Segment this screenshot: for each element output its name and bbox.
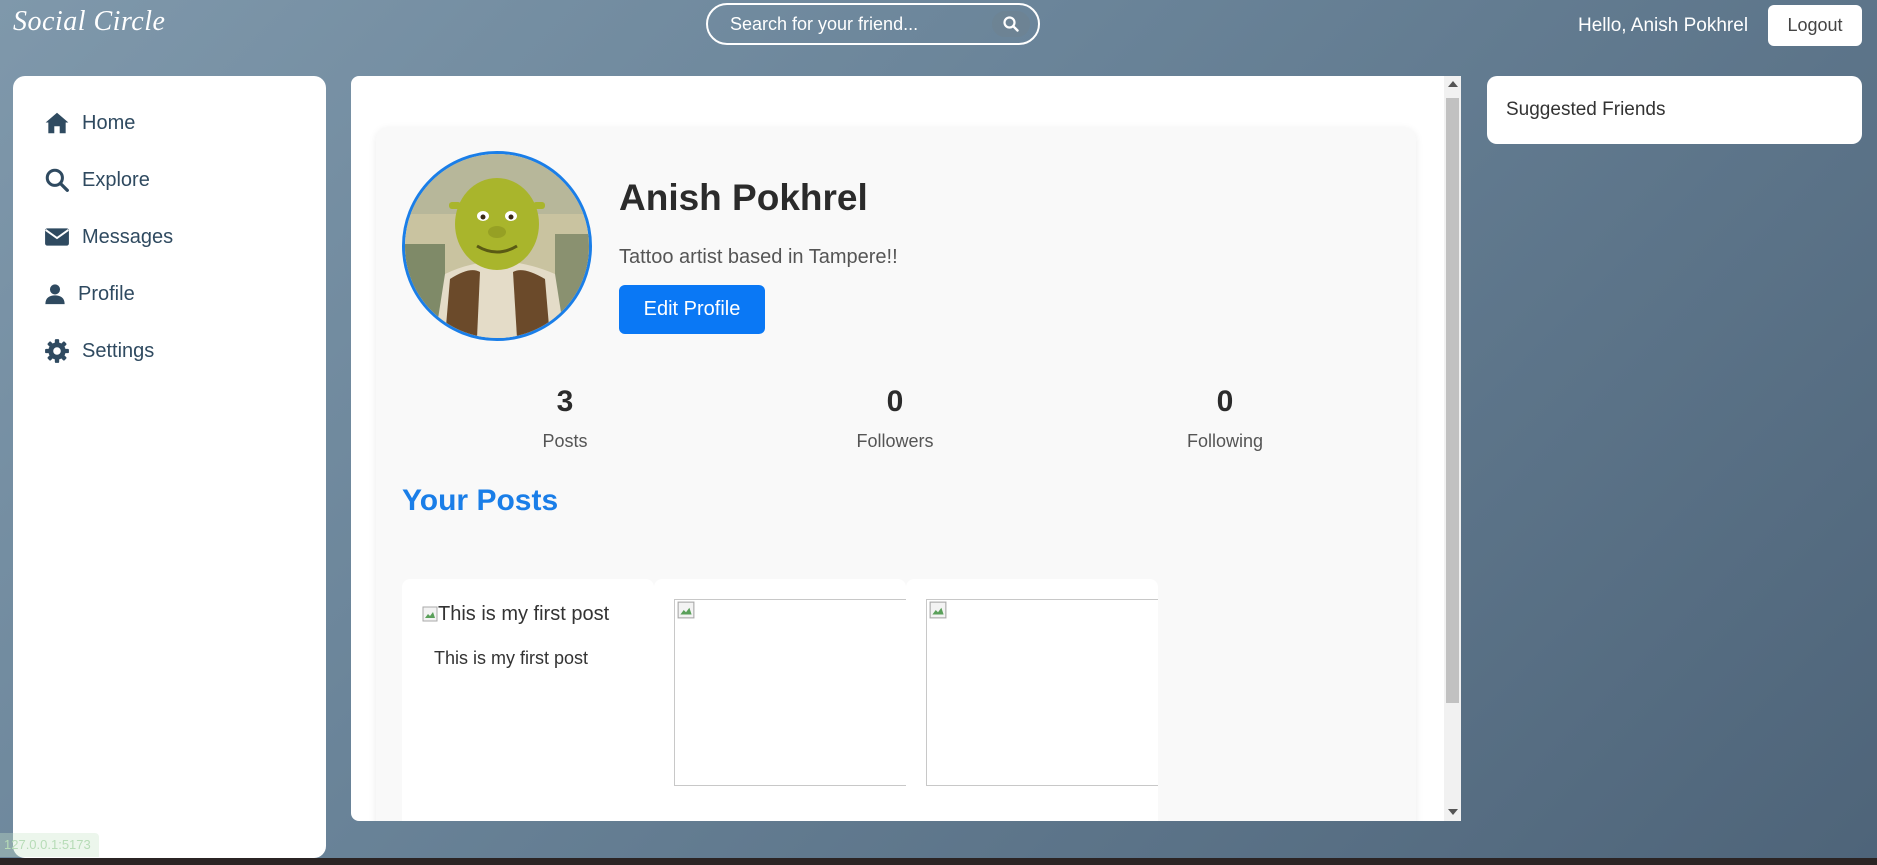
stat-value: 0 — [1216, 385, 1234, 418]
sidebar-item-home[interactable]: Home — [44, 110, 135, 136]
home-icon — [45, 112, 69, 134]
sidebar-item-label: Home — [82, 111, 136, 134]
posts-heading: Your Posts — [402, 484, 559, 517]
sidebar-item-explore[interactable]: Explore — [44, 167, 150, 193]
avatar-image — [405, 154, 589, 338]
sidebar: Home Explore Messages Profile Settings — [13, 76, 326, 858]
post-image-alt: This is my first post — [438, 603, 610, 625]
edit-profile-button[interactable]: Edit Profile — [619, 285, 765, 334]
post-card[interactable] — [906, 579, 1158, 821]
post-caption: This is my first post — [434, 648, 589, 668]
taskbar-strip — [0, 858, 1877, 865]
profile-name: Anish Pokhrel — [619, 177, 868, 218]
sidebar-item-settings[interactable]: Settings — [44, 338, 154, 364]
sidebar-item-profile[interactable]: Profile — [44, 281, 135, 307]
stat-followers[interactable]: 0 Followers — [795, 385, 995, 452]
post-image: This is my first post — [422, 603, 609, 626]
user-greeting: Hello, Anish Pokhrel — [1578, 15, 1749, 36]
status-url: 127.0.0.1:5173 — [0, 833, 99, 857]
post-image — [674, 599, 906, 786]
sidebar-item-label: Explore — [82, 168, 150, 191]
avatar — [402, 151, 592, 341]
search-input[interactable] — [708, 12, 992, 36]
broken-image-icon — [422, 606, 438, 622]
search-button[interactable] — [992, 11, 1030, 37]
profile-bio: Tattoo artist based in Tampere!! — [619, 246, 898, 268]
stat-label: Following — [1186, 431, 1264, 451]
sidebar-item-messages[interactable]: Messages — [44, 224, 173, 250]
post-card[interactable]: This is my first post This is my first p… — [402, 579, 654, 821]
sidebar-item-label: Messages — [82, 225, 174, 248]
stat-value: 3 — [556, 385, 574, 418]
stat-label: Followers — [856, 431, 934, 451]
search-bar — [706, 3, 1040, 45]
scrollbar-thumb[interactable] — [1446, 98, 1459, 703]
suggested-friends-title: Suggested Friends — [1506, 99, 1666, 120]
sidebar-item-label: Settings — [82, 339, 155, 362]
stat-following[interactable]: 0 Following — [1125, 385, 1325, 452]
logout-button[interactable]: Logout — [1768, 5, 1862, 46]
main-scrollbar[interactable] — [1444, 76, 1461, 821]
post-card[interactable] — [654, 579, 906, 821]
scroll-down-arrow-icon[interactable] — [1448, 809, 1458, 815]
scroll-up-arrow-icon[interactable] — [1448, 81, 1458, 87]
stat-posts: 3 Posts — [465, 385, 665, 452]
brand-logo[interactable]: Social Circle — [13, 6, 165, 38]
broken-image-icon — [677, 601, 695, 619]
post-image — [926, 599, 1158, 786]
user-icon — [45, 284, 65, 305]
top-bar: Social Circle Hello, Anish Pokhrel Logou… — [0, 0, 1877, 52]
sidebar-item-label: Profile — [78, 282, 135, 305]
profile-card: Anish Pokhrel Tattoo artist based in Tam… — [376, 127, 1416, 821]
suggested-friends-panel: Suggested Friends — [1487, 76, 1862, 144]
broken-image-icon — [929, 601, 947, 619]
search-icon — [1003, 16, 1019, 32]
stat-label: Posts — [542, 431, 588, 451]
envelope-icon — [45, 228, 69, 246]
main-content: Anish Pokhrel Tattoo artist based in Tam… — [351, 76, 1461, 821]
search-icon — [45, 168, 69, 192]
stat-value: 0 — [886, 385, 904, 418]
gear-icon — [45, 339, 69, 363]
